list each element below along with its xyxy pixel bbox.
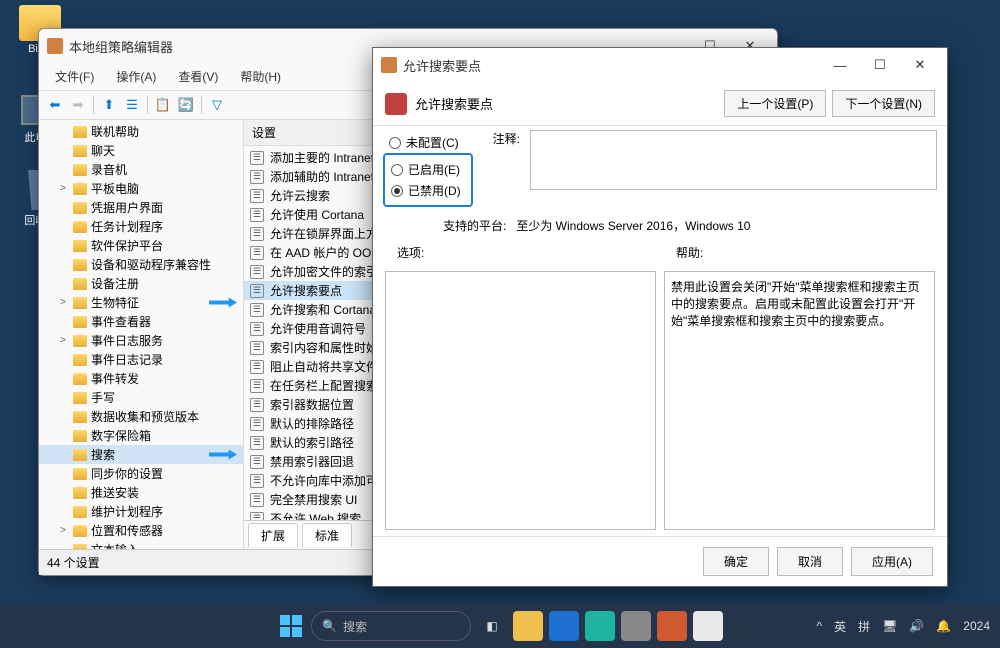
tree-item[interactable]: 推送安装: [39, 483, 243, 502]
taskbar-app-edge[interactable]: [549, 611, 579, 641]
cancel-button[interactable]: 取消: [777, 547, 843, 576]
tree-item[interactable]: 事件转发: [39, 369, 243, 388]
gpe-app-icon: [47, 38, 63, 54]
tree-item[interactable]: 手写: [39, 388, 243, 407]
tree-item[interactable]: 数据收集和预览版本: [39, 407, 243, 426]
help-text: 禁用此设置会关闭"开始"菜单搜索框和搜索主页中的搜索要点。启用或未配置此设置会打…: [671, 280, 920, 328]
tree-item[interactable]: 事件日志记录: [39, 350, 243, 369]
platform-label: 支持的平台:: [443, 217, 506, 234]
back-button[interactable]: ⬅: [45, 95, 65, 115]
radio-enabled-label: 已启用(E): [408, 161, 460, 178]
ok-button[interactable]: 确定: [703, 547, 769, 576]
radio-not-configured[interactable]: [389, 137, 401, 149]
comment-label: 注释:: [493, 130, 520, 190]
platform-row: 支持的平台: 至少为 Windows Server 2016，Windows 1…: [373, 211, 947, 244]
policy-icon: [385, 93, 407, 115]
tree-item[interactable]: 设备和驱动程序兼容性: [39, 255, 243, 274]
tree-item[interactable]: >事件日志服务: [39, 331, 243, 350]
network-icon[interactable]: 🖥: [882, 619, 897, 633]
options-label: 选项:: [385, 244, 656, 261]
tree-item[interactable]: 聊天: [39, 141, 243, 160]
dialog-close-button[interactable]: ✕: [901, 54, 939, 76]
tree-item[interactable]: 凭据用户界面: [39, 198, 243, 217]
apply-button[interactable]: 应用(A): [851, 547, 933, 576]
radio-disabled[interactable]: [391, 185, 403, 197]
ime-lang[interactable]: 英: [834, 618, 846, 635]
tree-item[interactable]: >生物特征: [39, 293, 243, 312]
menu-view[interactable]: 查看(V): [168, 65, 228, 88]
tree-item[interactable]: >平板电脑: [39, 179, 243, 198]
search-placeholder: 搜索: [343, 618, 367, 635]
tree-item[interactable]: 事件查看器: [39, 312, 243, 331]
comment-textarea[interactable]: [530, 130, 937, 190]
tree-item[interactable]: 文本输入: [39, 540, 243, 549]
prev-setting-button[interactable]: 上一个设置(P): [724, 90, 826, 117]
ime-method[interactable]: 拼: [858, 618, 870, 635]
system-tray: ^ 英 拼 🖥 🔊 🔔 2024: [816, 618, 990, 635]
tree-item[interactable]: 搜索: [39, 445, 243, 464]
dialog-app-icon: [381, 57, 397, 73]
tree-item[interactable]: 录音机: [39, 160, 243, 179]
taskbar-app-generic2[interactable]: [693, 611, 723, 641]
radio-highlight-box: 已启用(E) 已禁用(D): [383, 153, 473, 207]
refresh-button[interactable]: 🔄: [176, 95, 196, 115]
radio-disabled-label: 已禁用(D): [408, 182, 461, 199]
menu-action[interactable]: 操作(A): [106, 65, 166, 88]
filter-button[interactable]: ▽: [207, 95, 227, 115]
dialog-config-section: 未配置(C) 已启用(E) 已禁用(D) 注释:: [373, 126, 947, 211]
dialog-maximize-button[interactable]: ☐: [861, 54, 899, 76]
tree-item[interactable]: 设备注册: [39, 274, 243, 293]
tree-item[interactable]: 联机帮助: [39, 122, 243, 141]
tab-standard[interactable]: 标准: [302, 523, 352, 547]
forward-button[interactable]: ➡: [68, 95, 88, 115]
dialog-header: 允许搜索要点 上一个设置(P) 下一个设置(N): [373, 82, 947, 125]
gpe-title: 本地组策略编辑器: [69, 37, 173, 56]
next-setting-button[interactable]: 下一个设置(N): [832, 90, 935, 117]
taskbar-app-gpe[interactable]: [657, 611, 687, 641]
taskbar-app-store[interactable]: [585, 611, 615, 641]
tree-item[interactable]: 维护计划程序: [39, 502, 243, 521]
dialog-minimize-button[interactable]: —: [821, 54, 859, 76]
tree-item[interactable]: >位置和传感器: [39, 521, 243, 540]
options-panel[interactable]: [385, 271, 656, 530]
dialog-titlebar[interactable]: 允许搜索要点 — ☐ ✕: [373, 48, 947, 82]
tab-extended[interactable]: 扩展: [248, 523, 298, 547]
clock-year[interactable]: 2024: [963, 619, 990, 633]
tree-item[interactable]: 软件保护平台: [39, 236, 243, 255]
start-button[interactable]: [277, 612, 305, 640]
dialog-title: 允许搜索要点: [403, 56, 481, 75]
dialog-footer: 确定 取消 应用(A): [373, 536, 947, 586]
up-button[interactable]: ⬆: [99, 95, 119, 115]
notifications-icon[interactable]: 🔔: [936, 619, 951, 633]
taskbar-app-generic1[interactable]: [621, 611, 651, 641]
platform-value: 至少为 Windows Server 2016，Windows 10: [516, 217, 750, 234]
show-hide-tree-button[interactable]: ☰: [122, 95, 142, 115]
help-panel[interactable]: 禁用此设置会关闭"开始"菜单搜索框和搜索主页中的搜索要点。启用或未配置此设置会打…: [664, 271, 935, 530]
policy-settings-dialog: 允许搜索要点 — ☐ ✕ 允许搜索要点 上一个设置(P) 下一个设置(N) 未配…: [372, 47, 948, 587]
task-view-button[interactable]: ◧: [477, 611, 507, 641]
radio-enabled[interactable]: [391, 164, 403, 176]
export-button[interactable]: 📋: [153, 95, 173, 115]
taskbar-search[interactable]: 🔍 搜索: [311, 611, 471, 641]
tree-item[interactable]: 任务计划程序: [39, 217, 243, 236]
menu-file[interactable]: 文件(F): [45, 65, 104, 88]
volume-icon[interactable]: 🔊: [909, 619, 924, 633]
help-label: 帮助:: [664, 244, 935, 261]
dialog-heading: 允许搜索要点: [415, 94, 493, 113]
menu-help[interactable]: 帮助(H): [230, 65, 291, 88]
policy-tree[interactable]: 联机帮助聊天录音机>平板电脑凭据用户界面任务计划程序软件保护平台设备和驱动程序兼…: [39, 120, 244, 549]
radio-not-configured-label: 未配置(C): [406, 134, 459, 151]
taskbar: 🔍 搜索 ◧ ^ 英 拼 🖥 🔊 🔔 2024: [0, 604, 1000, 648]
tree-item[interactable]: 数字保险箱: [39, 426, 243, 445]
taskbar-app-explorer[interactable]: [513, 611, 543, 641]
tree-item[interactable]: 同步你的设置: [39, 464, 243, 483]
tray-chevron-icon[interactable]: ^: [816, 619, 822, 633]
search-icon: 🔍: [322, 619, 337, 633]
